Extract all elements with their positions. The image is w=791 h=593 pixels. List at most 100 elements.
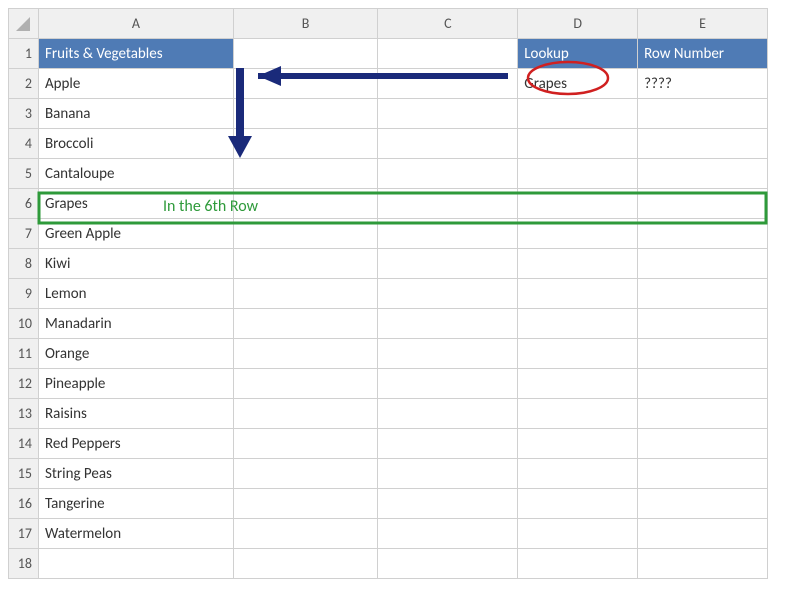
row-header-10[interactable]: 10 xyxy=(9,309,39,339)
cell-A8[interactable]: Kiwi xyxy=(38,249,233,279)
cell-A7[interactable]: Green Apple xyxy=(38,219,233,249)
row-header-16[interactable]: 16 xyxy=(9,489,39,519)
cell-C10[interactable] xyxy=(378,309,518,339)
cell-C1[interactable] xyxy=(378,39,518,69)
row-header-9[interactable]: 9 xyxy=(9,279,39,309)
cell-C17[interactable] xyxy=(378,519,518,549)
cell-D6[interactable] xyxy=(518,189,638,219)
row-header-3[interactable]: 3 xyxy=(9,99,39,129)
cell-B10[interactable] xyxy=(233,309,378,339)
row-header-18[interactable]: 18 xyxy=(9,549,39,579)
cell-C3[interactable] xyxy=(378,99,518,129)
cell-E2[interactable]: ???? xyxy=(638,69,768,99)
row-header-14[interactable]: 14 xyxy=(9,429,39,459)
cell-B8[interactable] xyxy=(233,249,378,279)
cell-C14[interactable] xyxy=(378,429,518,459)
cell-A13[interactable]: Raisins xyxy=(38,399,233,429)
cell-B12[interactable] xyxy=(233,369,378,399)
cell-A3[interactable]: Banana xyxy=(38,99,233,129)
cell-B15[interactable] xyxy=(233,459,378,489)
row-header-11[interactable]: 11 xyxy=(9,339,39,369)
cell-D17[interactable] xyxy=(518,519,638,549)
cell-B3[interactable] xyxy=(233,99,378,129)
cell-B7[interactable] xyxy=(233,219,378,249)
row-header-1[interactable]: 1 xyxy=(9,39,39,69)
select-all-corner[interactable] xyxy=(9,9,39,39)
cell-E13[interactable] xyxy=(638,399,768,429)
cell-E18[interactable] xyxy=(638,549,768,579)
cell-E5[interactable] xyxy=(638,159,768,189)
cell-D2[interactable]: Grapes xyxy=(518,69,638,99)
row-header-17[interactable]: 17 xyxy=(9,519,39,549)
cell-A9[interactable]: Lemon xyxy=(38,279,233,309)
cell-D7[interactable] xyxy=(518,219,638,249)
cell-A11[interactable]: Orange xyxy=(38,339,233,369)
cell-E6[interactable] xyxy=(638,189,768,219)
cell-E10[interactable] xyxy=(638,309,768,339)
spreadsheet[interactable]: A B C D E 1 Fruits & Vegetables Lookup R… xyxy=(8,8,768,579)
cell-A12[interactable]: Pineapple xyxy=(38,369,233,399)
cell-A18[interactable] xyxy=(38,549,233,579)
cell-E3[interactable] xyxy=(638,99,768,129)
cell-A14[interactable]: Red Peppers xyxy=(38,429,233,459)
cell-C9[interactable] xyxy=(378,279,518,309)
row-header-12[interactable]: 12 xyxy=(9,369,39,399)
cell-C13[interactable] xyxy=(378,399,518,429)
cell-C2[interactable] xyxy=(378,69,518,99)
cell-C6[interactable] xyxy=(378,189,518,219)
cell-E1[interactable]: Row Number xyxy=(638,39,768,69)
cell-A2[interactable]: Apple xyxy=(38,69,233,99)
cell-B18[interactable] xyxy=(233,549,378,579)
cell-D8[interactable] xyxy=(518,249,638,279)
cell-E7[interactable] xyxy=(638,219,768,249)
cell-D4[interactable] xyxy=(518,129,638,159)
cell-C11[interactable] xyxy=(378,339,518,369)
cell-E11[interactable] xyxy=(638,339,768,369)
cell-B14[interactable] xyxy=(233,429,378,459)
cell-D3[interactable] xyxy=(518,99,638,129)
col-header-C[interactable]: C xyxy=(378,9,518,39)
row-header-2[interactable]: 2 xyxy=(9,69,39,99)
row-header-8[interactable]: 8 xyxy=(9,249,39,279)
cell-B1[interactable] xyxy=(233,39,378,69)
row-header-5[interactable]: 5 xyxy=(9,159,39,189)
cell-A1[interactable]: Fruits & Vegetables xyxy=(38,39,233,69)
cell-E8[interactable] xyxy=(638,249,768,279)
cell-D14[interactable] xyxy=(518,429,638,459)
cell-C12[interactable] xyxy=(378,369,518,399)
cell-D15[interactable] xyxy=(518,459,638,489)
col-header-A[interactable]: A xyxy=(38,9,233,39)
cell-B2[interactable] xyxy=(233,69,378,99)
cell-B4[interactable] xyxy=(233,129,378,159)
cell-A5[interactable]: Cantaloupe xyxy=(38,159,233,189)
cell-C7[interactable] xyxy=(378,219,518,249)
cell-E12[interactable] xyxy=(638,369,768,399)
col-header-E[interactable]: E xyxy=(638,9,768,39)
cell-B17[interactable] xyxy=(233,519,378,549)
cell-B11[interactable] xyxy=(233,339,378,369)
cell-D9[interactable] xyxy=(518,279,638,309)
cell-C16[interactable] xyxy=(378,489,518,519)
row-header-4[interactable]: 4 xyxy=(9,129,39,159)
cell-D10[interactable] xyxy=(518,309,638,339)
cell-E4[interactable] xyxy=(638,129,768,159)
cell-B6[interactable] xyxy=(233,189,378,219)
cell-B9[interactable] xyxy=(233,279,378,309)
cell-D16[interactable] xyxy=(518,489,638,519)
cell-A6[interactable]: Grapes xyxy=(38,189,233,219)
row-header-13[interactable]: 13 xyxy=(9,399,39,429)
cell-E15[interactable] xyxy=(638,459,768,489)
cell-C18[interactable] xyxy=(378,549,518,579)
cell-C8[interactable] xyxy=(378,249,518,279)
cell-B16[interactable] xyxy=(233,489,378,519)
cell-B5[interactable] xyxy=(233,159,378,189)
cell-D5[interactable] xyxy=(518,159,638,189)
cell-D18[interactable] xyxy=(518,549,638,579)
row-header-15[interactable]: 15 xyxy=(9,459,39,489)
cell-A17[interactable]: Watermelon xyxy=(38,519,233,549)
cell-E17[interactable] xyxy=(638,519,768,549)
cell-C4[interactable] xyxy=(378,129,518,159)
cell-A10[interactable]: Manadarin xyxy=(38,309,233,339)
col-header-B[interactable]: B xyxy=(233,9,378,39)
cell-D12[interactable] xyxy=(518,369,638,399)
